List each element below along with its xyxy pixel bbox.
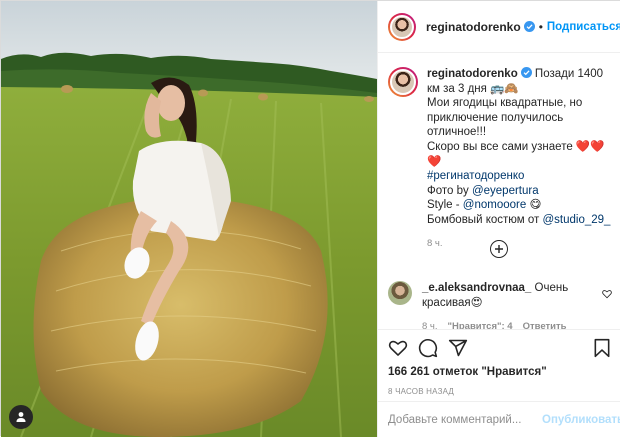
caption-time[interactable]: 8 ч. [427,237,612,252]
author-username[interactable]: reginatodorenko [426,20,521,34]
post-image [1,1,377,437]
caption-username[interactable]: reginatodorenko [427,68,518,80]
caption-photo-credit: Фото by @eyepertura [427,184,612,199]
comment-item: _e.aleksandrovnaa_ Очень красивая😍 8 ч. … [388,281,612,329]
post-side-panel: reginatodorenko • Подписаться reginatodo… [377,1,620,437]
comment-body: _e.aleksandrovnaa_ Очень красивая😍 8 ч. … [422,281,592,329]
instagram-post-window: reginatodorenko • Подписаться reginatodo… [0,0,620,437]
add-comment-bar: Опубликовать [378,401,620,437]
caption-costume-credit: Бомбовый костюм от @studio_29_ [427,213,612,228]
verified-badge-icon [523,21,535,32]
comment-reply-button[interactable]: Ответить [523,320,567,329]
likes-word: отметок "Нравится" [429,366,547,378]
costume-credit-prefix: Бомбовый костюм от [427,213,543,226]
comment-likes[interactable]: "Нравится": 4 [448,320,513,329]
photo-credit-prefix: Фото by [427,184,472,197]
user-silhouette-icon [16,412,26,422]
comment-like-heart-icon[interactable] [602,289,612,299]
style-credit-prefix: Style - [427,199,463,212]
paper-plane-icon[interactable] [448,338,468,358]
commenter-username[interactable]: _e.aleksandrovnaa_ [422,282,531,294]
comment-input[interactable] [388,413,542,426]
caption-author-avatar[interactable] [388,67,418,97]
header-separator: • [538,19,543,34]
author-avatar[interactable] [388,12,416,41]
caption-style-credit: Style - @nomooore 😋 [427,198,612,213]
post-photo[interactable] [1,1,377,437]
bookmark-icon[interactable] [592,338,612,358]
plus-circle-icon [495,245,503,253]
post-caption: reginatodorenko Позади 1400 км за 3 дня … [388,67,612,251]
costume-credit-mention[interactable]: @studio_29_ [542,214,610,226]
post-header: reginatodorenko • Подписаться [378,1,620,53]
caption-hashtag[interactable]: #регинатодоренко [427,169,612,184]
post-actions: 166 261 отметок "Нравится" 8 ЧАСОВ НАЗАД [378,329,620,396]
style-emoji: 😋 [526,199,542,212]
post-timestamp[interactable]: 8 ЧАСОВ НАЗАД [388,387,612,396]
tagged-people-button[interactable] [9,405,33,429]
caption-line-3: Скоро вы все сами узнаете ❤️❤️❤️ [427,140,612,169]
comment-meta: 8 ч. "Нравится": 4 Ответить [422,320,592,329]
comments-section: reginatodorenko Позади 1400 км за 3 дня … [378,53,620,329]
commenter-avatar[interactable] [388,281,412,305]
caption-text: reginatodorenko Позади 1400 км за 3 дня … [427,67,612,251]
likes-count[interactable]: 166 261 отметок "Нравится" [388,366,612,378]
likes-number: 166 261 [388,366,430,378]
load-more-comments-button[interactable] [490,240,508,258]
heart-icon[interactable] [388,338,408,358]
verified-badge-icon [520,67,532,78]
caption-line-3-text: Скоро вы все сами узнаете [427,140,576,153]
comment-time[interactable]: 8 ч. [422,320,438,329]
publish-button[interactable]: Опубликовать [542,414,620,426]
comment-bubble-icon[interactable] [418,338,438,358]
style-credit-mention[interactable]: @nomooore [463,199,526,211]
follow-button[interactable]: Подписаться [547,21,620,33]
caption-line-2: Мои ягодицы квадратные, но приключение п… [427,97,583,139]
action-icons-row [388,330,612,366]
photo-credit-mention[interactable]: @eyepertura [472,185,539,197]
